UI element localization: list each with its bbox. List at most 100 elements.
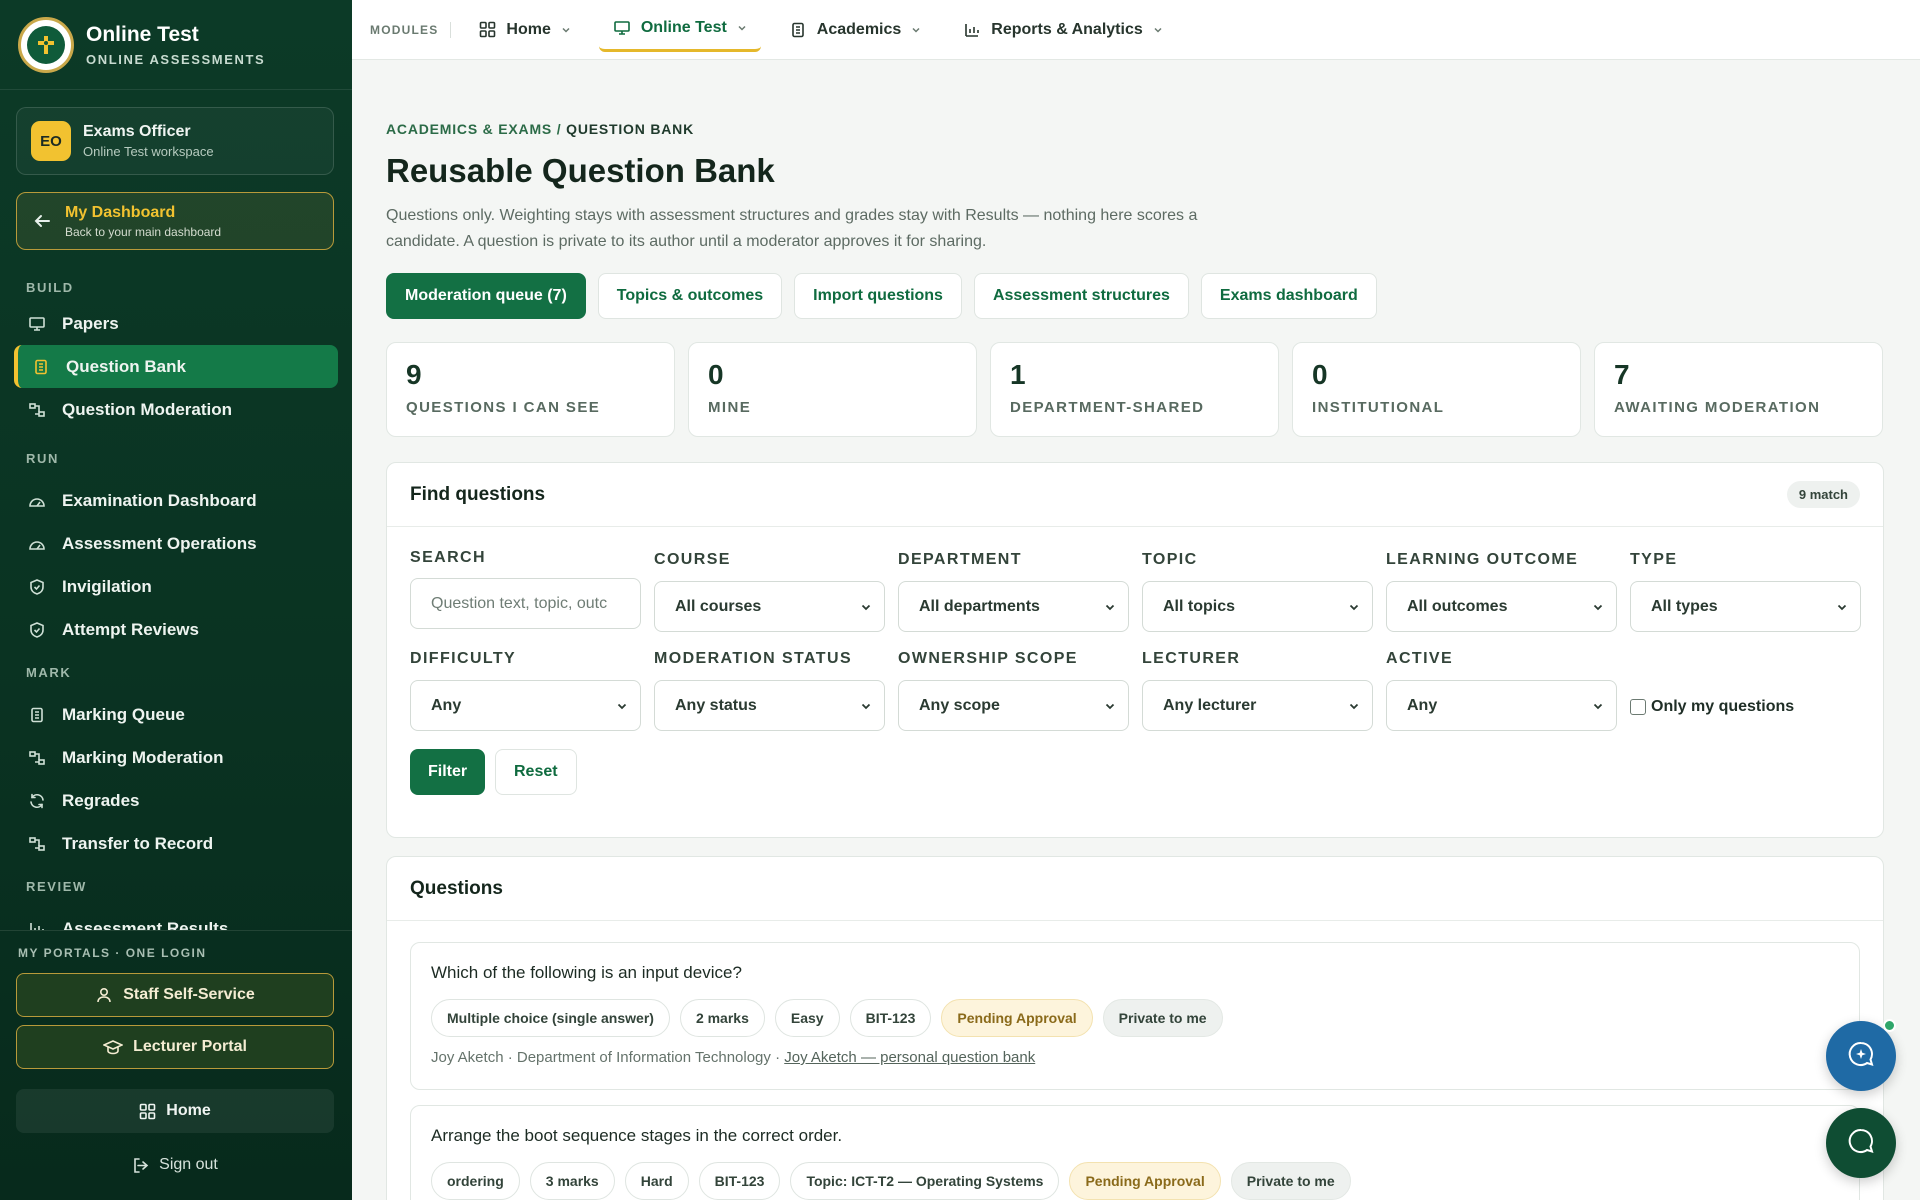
monitor-icon [613,19,631,37]
staff-self-service-label: Staff Self-Service [123,986,255,1003]
sidebar-item-transfer-to-record[interactable]: Transfer to Record [14,822,338,865]
topic-select-value: All topics [1163,597,1236,615]
sidebar-item-attempt-reviews[interactable]: Attempt Reviews [14,608,338,651]
only-my-questions-checkbox[interactable]: Only my questions [1630,698,1794,716]
institution-logo[interactable] [18,16,74,73]
type-select[interactable]: All types [1630,581,1861,632]
tab-reports-analytics[interactable]: Reports & Analytics [949,8,1176,52]
sign-out-button[interactable]: Sign out [16,1143,334,1187]
lecturer-portal-button[interactable]: Lecturer Portal [16,1025,334,1069]
stat-label: MINE [708,399,752,416]
moderation-status-label: MODERATION STATUS [654,650,853,667]
graduation-cap-icon [103,1038,124,1056]
stat-label: DEPARTMENT-SHARED [1010,399,1205,416]
breadcrumb-separator: / [552,121,567,137]
sidebar-item-label: Marking Queue [62,704,185,724]
filter-button[interactable]: Filter [410,749,486,795]
my-dashboard-button[interactable]: My Dashboard Back to your main dashboard [16,192,334,250]
ai-assistant-button[interactable] [1826,1019,1896,1091]
question-bank-link[interactable]: Joy Aketch — personal question bank [784,1049,1035,1066]
exams-dashboard-button[interactable]: Exams dashboard [1200,273,1377,319]
moderation-queue-button[interactable]: Moderation queue (7) [386,273,586,319]
difficulty-label: DIFFICULTY [410,650,517,667]
topic-label: TOPIC [1142,551,1198,568]
breadcrumb-current: QUESTION BANK [566,121,694,137]
sidebar-item-marking-moderation[interactable]: Marking Moderation [14,736,338,779]
sidebar-item-label: Transfer to Record [62,833,214,853]
lecturer-portal-label: Lecturer Portal [133,1038,247,1055]
list-item[interactable]: Which of the following is an input devic… [410,942,1860,1090]
reset-button[interactable]: Reset [495,749,577,795]
online-indicator [1883,1019,1896,1032]
lecturer-select-value: Any lecturer [1163,696,1257,714]
clipboard-icon [789,21,807,39]
breadcrumb-parent[interactable]: ACADEMICS & EXAMS [386,121,552,137]
difficulty-select[interactable]: Any [410,680,641,731]
sidebar-item-examination-dashboard[interactable]: Examination Dashboard [14,479,338,522]
chat-button[interactable] [1826,1108,1896,1178]
assessment-structures-button[interactable]: Assessment structures [973,273,1189,319]
ownership-scope-select[interactable]: Any scope [898,680,1129,731]
brand-header: Online Test ONLINE ASSESSMENTS [0,0,352,90]
tab-academics[interactable]: Academics [775,8,936,52]
course-select[interactable]: All courses [654,581,885,632]
tab-home-label: Home [506,20,551,38]
nav-section-review: REVIEW [26,878,87,894]
chevron-down-icon [1348,601,1360,613]
staff-self-service-button[interactable]: Staff Self-Service [16,973,334,1017]
chevron-down-icon [616,700,628,712]
nav-section-mark: MARK [26,664,72,680]
active-select[interactable]: Any [1386,680,1617,731]
sparkle-chat-icon [1846,1039,1876,1074]
tag-marks: 2 marks [679,999,765,1037]
sidebar-item-assessment-operations[interactable]: Assessment Operations [14,522,338,565]
bar-chart-icon [26,918,48,930]
sidebar: Online Test ONLINE ASSESSMENTS EO Exams … [0,0,352,1200]
dashboard-subtitle: Back to your main dashboard [65,224,222,239]
question-tags: ordering 3 marks Hard BIT-123 Topic: ICT… [431,1162,1839,1200]
sign-out-label: Sign out [159,1156,218,1173]
chevron-down-icon [1592,700,1604,712]
search-input[interactable]: Question text, topic, outc [410,578,641,629]
user-card[interactable]: EO Exams Officer Online Test workspace [16,107,334,175]
department-select[interactable]: All departments [898,581,1129,632]
visibility-badge: Private to me [1102,999,1223,1037]
sidebar-item-assessment-results[interactable]: Assessment Results [14,907,338,930]
course-select-value: All courses [675,597,762,615]
stat-value: 7 [1614,359,1630,390]
topic-select[interactable]: All topics [1142,581,1373,632]
course-label: COURSE [654,551,731,568]
sidebar-item-label: Papers [62,313,119,333]
sidebar-item-label: Marking Moderation [62,747,224,767]
arrow-left-icon [31,210,53,232]
sidebar-item-label: Assessment Operations [62,533,257,553]
home-button[interactable]: Home [16,1089,334,1133]
sidebar-item-marking-queue[interactable]: Marking Queue [14,693,338,736]
topics-outcomes-button[interactable]: Topics & outcomes [597,273,783,319]
sidebar-item-question-moderation[interactable]: Question Moderation [14,388,338,431]
sidebar-item-label: Regrades [62,790,140,810]
tag-course: BIT-123 [849,999,932,1037]
stat-awaiting-moderation: 7 AWAITING MODERATION [1594,342,1883,437]
sidebar-item-question-bank[interactable]: Question Bank [14,345,338,388]
chevron-down-icon [860,601,872,613]
list-item[interactable]: Arrange the boot sequence stages in the … [410,1105,1860,1200]
checkbox-box[interactable] [1630,699,1646,715]
learning-outcome-select[interactable]: All outcomes [1386,581,1617,632]
bar-chart-icon [963,21,981,39]
stat-value: 0 [708,359,724,390]
question-text: Arrange the boot sequence stages in the … [431,1126,843,1145]
sidebar-item-papers[interactable]: Papers [14,302,338,345]
questions-title: Questions [410,877,503,899]
filter-form: SEARCH Question text, topic, outc COURSE… [387,527,1883,837]
tab-online-test[interactable]: Online Test [598,8,761,52]
modules-label: MODULES [370,21,452,38]
lecturer-select[interactable]: Any lecturer [1142,680,1373,731]
sidebar-item-invigilation[interactable]: Invigilation [14,565,338,608]
sidebar-item-label: Examination Dashboard [62,490,257,510]
import-questions-button[interactable]: Import questions [794,273,962,319]
moderation-status-select[interactable]: Any status [654,680,885,731]
sidebar-item-regrades[interactable]: Regrades [14,779,338,822]
chevron-down-icon [911,25,921,35]
tab-home[interactable]: Home [465,8,584,52]
